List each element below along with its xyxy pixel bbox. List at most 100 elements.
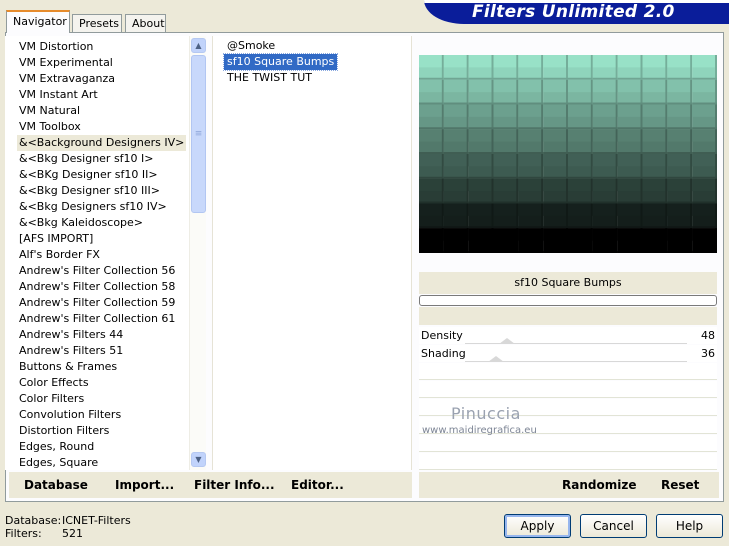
database-button[interactable]: Database bbox=[24, 478, 88, 492]
preview-tile bbox=[667, 79, 693, 105]
preview-tile bbox=[543, 104, 568, 130]
scroll-thumb[interactable]: ≡ bbox=[191, 55, 206, 213]
filter-item[interactable]: sf10 Square Bumps bbox=[222, 53, 339, 71]
category-item[interactable]: VM Instant Art bbox=[17, 87, 100, 103]
param-label: Shading bbox=[421, 347, 466, 360]
preview-tile bbox=[419, 104, 444, 130]
preview-tile bbox=[592, 104, 618, 130]
import-button[interactable]: Import... bbox=[115, 478, 174, 492]
category-item[interactable]: Andrew's Filter Collection 56 bbox=[17, 263, 177, 279]
category-item[interactable]: Alf's Border FX bbox=[17, 247, 102, 263]
chevron-down-icon: ▼ bbox=[195, 455, 202, 464]
preview-tile bbox=[493, 203, 519, 229]
preview-tile bbox=[592, 55, 618, 80]
preview-tile bbox=[617, 55, 643, 80]
preview-tile bbox=[468, 154, 494, 179]
category-item[interactable]: Color Effects bbox=[17, 375, 91, 391]
progress-spacer bbox=[419, 307, 717, 325]
category-item[interactable]: Distortion Filters bbox=[17, 423, 111, 439]
status-value: 521 bbox=[62, 527, 83, 540]
help-button[interactable]: Help bbox=[656, 514, 723, 538]
category-item[interactable]: &<Bkg Kaleidoscope> bbox=[17, 215, 145, 231]
preview-tile bbox=[667, 178, 693, 204]
filter-list[interactable]: @Smoke sf10 Square Bumps THE TWIST TUT bbox=[212, 36, 412, 470]
tab-presets[interactable]: Presets bbox=[72, 14, 122, 32]
preview-tile bbox=[493, 228, 519, 253]
category-item[interactable]: Convolution Filters bbox=[17, 407, 123, 423]
category-item[interactable]: VM Experimental bbox=[17, 55, 115, 71]
category-item[interactable]: Andrew's Filter Collection 61 bbox=[17, 311, 177, 327]
preview-tile bbox=[493, 154, 519, 179]
param-label: Density bbox=[421, 329, 463, 342]
preview-tile bbox=[468, 203, 494, 229]
preview-tile bbox=[692, 228, 717, 253]
category-item[interactable]: Andrew's Filter Collection 58 bbox=[17, 279, 177, 295]
app-title: Filters Unlimited 2.0 bbox=[472, 2, 675, 22]
tab-navigator[interactable]: Navigator bbox=[6, 10, 70, 33]
scroll-down-button[interactable]: ▼ bbox=[191, 452, 206, 467]
filter-item[interactable]: @Smoke bbox=[224, 38, 278, 54]
param-density[interactable]: Density 48 bbox=[419, 327, 717, 344]
param-slider-knob[interactable] bbox=[488, 356, 505, 362]
category-item[interactable]: &<Bkg Designers sf10 IV> bbox=[17, 199, 169, 215]
status-filters: Filters: 521 bbox=[5, 527, 83, 540]
category-list[interactable]: VM Distortion VM Experimental VM Extravaga… bbox=[5, 36, 189, 470]
preview-tile bbox=[419, 154, 444, 179]
param-empty-row bbox=[419, 363, 717, 380]
category-item[interactable]: Andrew's Filters 44 bbox=[17, 327, 125, 343]
preview-tile bbox=[419, 203, 444, 229]
preview-tile bbox=[419, 55, 444, 80]
preview-tile bbox=[568, 55, 593, 80]
category-item[interactable]: VM Toolbox bbox=[17, 119, 83, 135]
preview-tile bbox=[443, 104, 469, 130]
scroll-up-button[interactable]: ▲ bbox=[191, 38, 206, 53]
preview-tile bbox=[518, 178, 544, 204]
preview-tile bbox=[692, 104, 717, 130]
preview-tile bbox=[617, 228, 643, 253]
param-empty-row bbox=[419, 453, 717, 470]
preview-image bbox=[419, 55, 717, 253]
preview-tile bbox=[468, 228, 494, 253]
filter-info-button[interactable]: Filter Info... bbox=[194, 478, 275, 492]
filter-name-label: sf10 Square Bumps bbox=[419, 272, 717, 294]
filter-item[interactable]: THE TWIST TUT bbox=[224, 70, 315, 86]
category-item[interactable]: Color Filters bbox=[17, 391, 86, 407]
preview-tile bbox=[543, 203, 568, 229]
preview-tile bbox=[493, 55, 519, 80]
randomize-button[interactable]: Randomize bbox=[562, 478, 636, 492]
category-item[interactable]: VM Natural bbox=[17, 103, 82, 119]
editor-button[interactable]: Editor... bbox=[291, 478, 344, 492]
preview-tile bbox=[592, 154, 618, 179]
category-item[interactable]: Buttons & Frames bbox=[17, 359, 119, 375]
category-item[interactable]: Edges, Square bbox=[17, 455, 100, 471]
preview-canvas bbox=[419, 55, 717, 253]
category-item[interactable]: &<Bkg Designer sf10 III> bbox=[17, 183, 162, 199]
param-slider-knob[interactable] bbox=[499, 338, 516, 344]
category-item[interactable]: Andrew's Filter Collection 59 bbox=[17, 295, 177, 311]
category-item[interactable]: &<Background Designers IV> bbox=[17, 135, 187, 151]
category-item[interactable]: Andrew's Filters 51 bbox=[17, 343, 125, 359]
preview-tile bbox=[617, 154, 643, 179]
category-scrollbar[interactable]: ▲ ≡ ▼ bbox=[189, 36, 206, 470]
preview-tile bbox=[592, 228, 618, 253]
category-item[interactable]: VM Distortion bbox=[17, 39, 95, 55]
tab-about[interactable]: About bbox=[125, 14, 166, 32]
category-item[interactable]: &<BKg Designer sf10 II> bbox=[17, 167, 160, 183]
watermark-url: www.maidiregrafica.eu bbox=[422, 425, 537, 436]
preview-tile bbox=[518, 79, 544, 105]
preview-tile bbox=[568, 129, 593, 154]
apply-button[interactable]: Apply bbox=[504, 514, 571, 538]
preview-tile bbox=[543, 228, 568, 253]
preview-tile bbox=[543, 79, 568, 105]
watermark-name: Pinuccia bbox=[451, 404, 521, 423]
progress-bar bbox=[419, 295, 717, 306]
param-shading[interactable]: Shading 36 bbox=[419, 345, 717, 362]
category-item[interactable]: Edges, Round bbox=[17, 439, 96, 455]
preview-tile bbox=[443, 203, 469, 229]
cancel-button[interactable]: Cancel bbox=[580, 514, 647, 538]
category-item[interactable]: &<Bkg Designer sf10 I> bbox=[17, 151, 156, 167]
preview-tile bbox=[543, 154, 568, 179]
category-item[interactable]: [AFS IMPORT] bbox=[17, 231, 95, 247]
reset-button[interactable]: Reset bbox=[661, 478, 699, 492]
category-item[interactable]: VM Extravaganza bbox=[17, 71, 117, 87]
